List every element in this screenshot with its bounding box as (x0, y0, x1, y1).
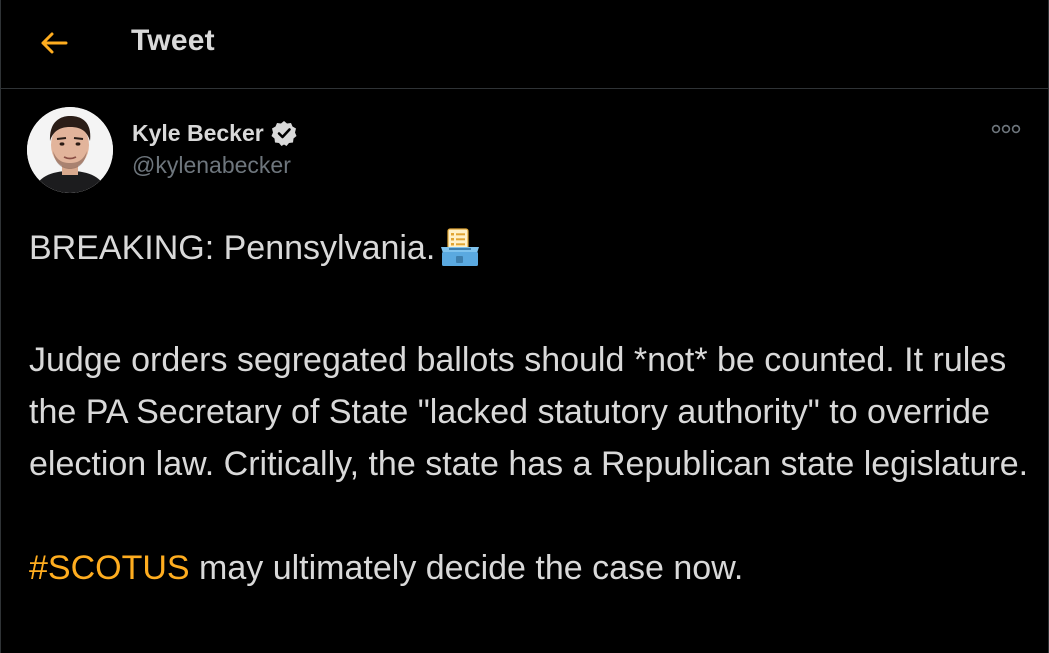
ballot-box-icon (437, 227, 483, 282)
tweet-line-1: BREAKING: Pennsylvania. (29, 222, 1029, 282)
avatar[interactable] (27, 107, 113, 193)
page-title: Tweet (131, 24, 215, 57)
tweet-paragraph-2: Judge orders segregated ballots should *… (29, 341, 1029, 483)
more-horizontal-icon (990, 122, 1022, 140)
tweet-paragraph-3-text: may ultimately decide the case now. (189, 549, 744, 587)
hashtag-link[interactable]: #SCOTUS (29, 549, 190, 587)
verified-badge-icon (269, 118, 299, 148)
tweet-paragraph-3: #SCOTUS may ultimately decide the case n… (29, 542, 1029, 594)
tweet-body: BREAKING: Pennsylvania. Judge orders seg… (29, 222, 1029, 594)
more-options-button[interactable] (987, 118, 1025, 144)
author-handle[interactable]: @kylenabecker (132, 152, 291, 179)
author-name[interactable]: Kyle Becker (132, 118, 299, 148)
author-name-text: Kyle Becker (132, 119, 264, 146)
tweet-breaking-text: BREAKING: Pennsylvania. (29, 229, 436, 267)
tweet-page: Tweet Kyle Becker @kylenabecker BREAKING… (0, 0, 1049, 653)
page-header: Tweet (1, 0, 1048, 89)
arrow-left-icon (39, 31, 69, 55)
back-button[interactable] (29, 20, 79, 66)
